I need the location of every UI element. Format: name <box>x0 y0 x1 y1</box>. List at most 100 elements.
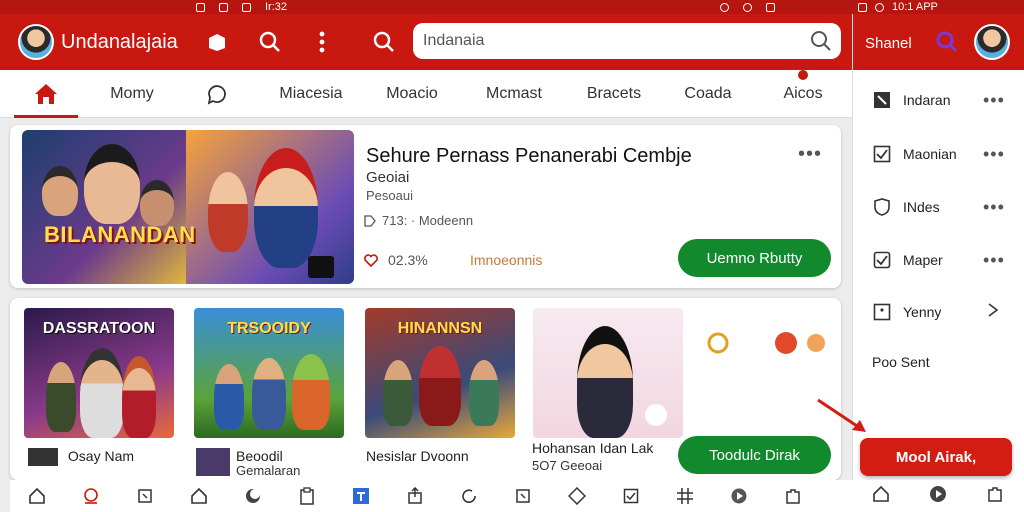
game-thumbnail[interactable]: HINANNSN <box>365 308 515 438</box>
panel-title: Shanel <box>865 35 912 52</box>
diamond-icon <box>568 487 586 505</box>
game-rating: 02.3% <box>364 252 428 268</box>
checkbox-icon <box>623 488 639 504</box>
nav-apps[interactable] <box>334 480 388 512</box>
panel-item-maonian[interactable]: Maonian ••• <box>853 134 1024 174</box>
more-options-icon[interactable]: ••• <box>983 197 1007 218</box>
hero-figure <box>84 144 140 224</box>
nav-compass[interactable] <box>712 480 766 512</box>
more-options-icon[interactable]: ••• <box>798 143 822 166</box>
arrow-icon <box>817 398 866 432</box>
search-icon[interactable] <box>256 28 284 56</box>
tab-home[interactable] <box>14 70 78 118</box>
search-input[interactable] <box>423 31 803 51</box>
more-options-icon[interactable]: ••• <box>983 250 1007 271</box>
game-title[interactable]: Sehure Pernass Penanerabi Cembje <box>366 145 692 168</box>
game-name[interactable]: Nesislar Dvoonn <box>366 448 469 464</box>
mail-icon <box>242 2 251 12</box>
game-extra-info: Imnoeonnis <box>470 252 543 268</box>
tab-miacesia[interactable]: Miacesia <box>266 70 356 118</box>
game-thumbnail[interactable] <box>533 308 683 438</box>
panel-item-indes[interactable]: INdes ••• <box>853 187 1024 227</box>
search-icon[interactable] <box>809 29 833 53</box>
nav-explore[interactable] <box>550 480 604 512</box>
status-icons-left: Ir:32 <box>196 0 287 14</box>
checkbox-icon <box>871 143 893 165</box>
grid-icon <box>677 488 693 504</box>
games-grid-card: DASSRATOON TRSOOIDY HINANNSN Osay Nam Be… <box>10 298 841 480</box>
avatar[interactable] <box>974 24 1010 60</box>
tab-coada[interactable]: Coada <box>672 70 744 118</box>
sync-icon <box>875 2 884 12</box>
game-meta: 713: · Modeenn <box>364 213 473 228</box>
bottom-nav <box>10 480 852 512</box>
puzzle-icon[interactable] <box>986 485 1004 508</box>
nav-home-alt[interactable] <box>172 480 226 512</box>
tab-bracets[interactable]: Bracets <box>578 70 650 118</box>
panel-item-maper[interactable]: Maper ••• <box>853 240 1024 280</box>
search-icon[interactable] <box>933 28 961 56</box>
tab-chat[interactable] <box>190 70 244 118</box>
nav-expand[interactable] <box>118 480 172 512</box>
signal-icon <box>766 2 775 12</box>
expand-icon <box>871 89 893 111</box>
nav-grid[interactable] <box>658 480 712 512</box>
status-icons-panel: 10:1 APP <box>858 0 938 14</box>
banner-title: BILANANDAN <box>44 222 196 247</box>
tab-momy[interactable]: Momy <box>96 70 168 118</box>
panel-item-poo-sent[interactable]: Poo Sent <box>872 354 930 370</box>
game-name[interactable]: Osay Nam <box>28 448 134 467</box>
tab-moacio[interactable]: Moacio <box>374 70 450 118</box>
game-thumbnail[interactable]: TRSOOIDY <box>194 308 344 438</box>
panel-item-yenny[interactable]: Yenny <box>853 292 1024 332</box>
tab-aicos[interactable]: Aicos <box>772 70 834 118</box>
home-icon <box>191 487 207 504</box>
chevron-right-icon[interactable] <box>985 302 1009 323</box>
nav-refresh[interactable] <box>442 480 496 512</box>
nav-home[interactable] <box>10 480 64 512</box>
share-icon <box>408 487 422 504</box>
game-thumbnail[interactable]: DASSRATOON <box>24 308 174 438</box>
search-icon[interactable] <box>370 28 398 56</box>
home-icon <box>35 84 57 104</box>
more-options-icon[interactable]: ••• <box>983 90 1007 111</box>
heart-icon <box>364 253 378 267</box>
nav-expand-alt[interactable] <box>496 480 550 512</box>
panel-cta-button[interactable]: Mool Airak, <box>860 438 1012 476</box>
app-title: Undanalajaia <box>61 31 178 53</box>
nav-search[interactable] <box>64 480 118 512</box>
more-vertical-icon[interactable] <box>308 28 336 56</box>
tab-mcmast[interactable]: Mcmast <box>472 70 556 118</box>
nav-puzzle[interactable] <box>766 480 820 512</box>
panel-item-indaran[interactable]: Indaran ••• <box>853 80 1024 120</box>
nav-clipboard[interactable] <box>280 480 334 512</box>
chat-icon <box>207 85 226 105</box>
game-icon <box>196 448 230 476</box>
featured-banner-image[interactable]: BILANANDAN <box>22 130 354 284</box>
square-dot-icon <box>871 301 893 323</box>
install-button[interactable]: Uemno Rbutty <box>678 239 831 277</box>
game-meta-text: 713: · Modeenn <box>382 213 474 228</box>
game-name[interactable]: Hohansan Idan Lak <box>532 440 653 456</box>
box-icon[interactable] <box>203 28 231 56</box>
search-bar[interactable] <box>413 23 841 59</box>
tab-aicos-label: Aicos <box>783 85 823 102</box>
nav-share[interactable] <box>388 480 442 512</box>
nav-moon[interactable] <box>226 480 280 512</box>
game-name[interactable]: Beoodil <box>236 448 283 464</box>
tag-icon <box>364 214 376 227</box>
nav-checkbox[interactable] <box>604 480 658 512</box>
hero-figure <box>140 180 174 226</box>
expand-icon <box>138 489 152 503</box>
game-subtitle: Gemalaran <box>236 463 301 478</box>
panel-header: Shanel <box>853 14 1024 70</box>
play-button[interactable]: Toodulc Dirak <box>678 436 831 474</box>
play-icon[interactable] <box>929 485 947 508</box>
battery-icon <box>858 2 867 12</box>
home-icon[interactable] <box>872 485 890 508</box>
avatar[interactable] <box>18 24 54 60</box>
featured-game-card[interactable]: BILANANDAN Sehure Pernass Penanerabi Cem… <box>10 125 841 288</box>
panel-bottom-nav <box>852 480 1024 512</box>
more-options-icon[interactable]: ••• <box>983 144 1007 165</box>
app-bar: Undanalajaia <box>0 14 852 70</box>
